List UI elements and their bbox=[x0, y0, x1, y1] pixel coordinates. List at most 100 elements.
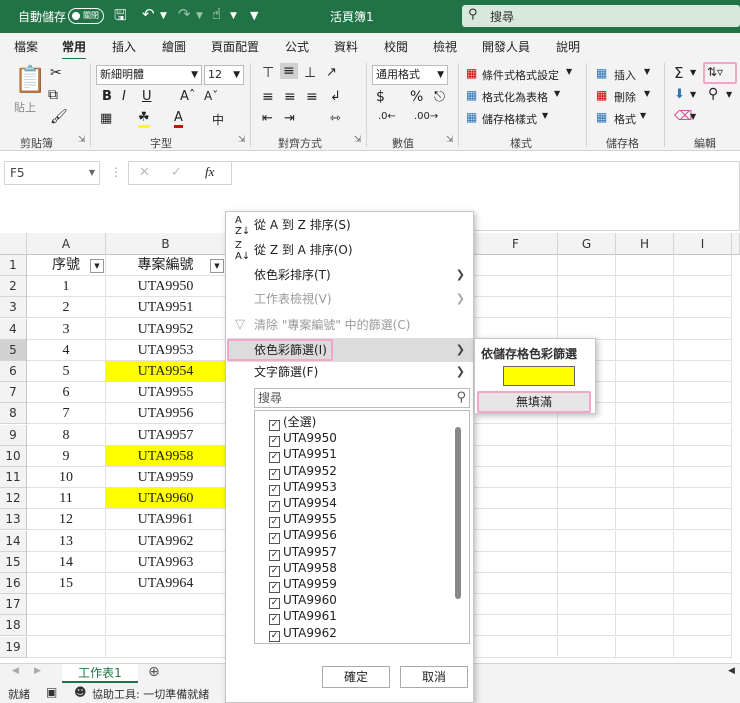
grid-cell[interactable] bbox=[674, 445, 732, 467]
filter-checkbox-item[interactable]: ✓ UTA9954 bbox=[269, 495, 337, 512]
grid-cell[interactable] bbox=[474, 615, 558, 637]
align-bottom-icon[interactable]: ⊥ bbox=[304, 65, 316, 81]
grid-cell[interactable] bbox=[558, 297, 616, 319]
filter-checkbox-item[interactable]: ✓ UTA9953 bbox=[269, 479, 337, 496]
grid-cell[interactable] bbox=[558, 467, 616, 488]
copy-icon[interactable]: ⧉ bbox=[48, 87, 58, 103]
ok-button[interactable]: 確定 bbox=[322, 666, 390, 688]
header-cell-project-no[interactable]: 專案編號 bbox=[106, 255, 226, 276]
grid-cell[interactable] bbox=[106, 615, 226, 637]
grid-cell[interactable] bbox=[27, 615, 106, 637]
grid-cell[interactable] bbox=[616, 361, 674, 382]
font-size-combo[interactable]: 12 ▼ bbox=[204, 65, 244, 85]
row-header[interactable]: 18 bbox=[0, 615, 27, 637]
cancel-button[interactable]: 取消 bbox=[400, 666, 468, 688]
grid-cell[interactable] bbox=[474, 318, 558, 340]
row-header[interactable]: 12 bbox=[0, 488, 27, 510]
table-cell[interactable]: UTA9963 bbox=[106, 551, 226, 573]
tab-review[interactable]: 校閱 bbox=[384, 38, 408, 55]
italic-icon[interactable]: I bbox=[122, 89, 126, 104]
wrap-text-icon[interactable]: ↲ bbox=[330, 89, 341, 104]
table-cell[interactable]: 6 bbox=[27, 382, 106, 404]
comma-icon[interactable]: ⎋ bbox=[434, 89, 445, 105]
grid-cell[interactable] bbox=[616, 467, 674, 488]
filter-checkbox-item[interactable]: ✓ UTA9955 bbox=[269, 511, 337, 529]
enter-icon[interactable]: ✓ bbox=[171, 165, 182, 180]
underline-icon[interactable]: U bbox=[142, 89, 152, 104]
grid-cell[interactable] bbox=[474, 276, 558, 298]
undo-icon[interactable]: ↶ bbox=[142, 5, 155, 23]
yellow-swatch[interactable] bbox=[503, 366, 575, 386]
customize-qat-icon[interactable]: ▼ bbox=[250, 9, 258, 22]
grid-cell[interactable] bbox=[674, 339, 732, 361]
grid-cell[interactable] bbox=[27, 636, 106, 658]
grid-cell[interactable] bbox=[674, 530, 732, 552]
tab-data[interactable]: 資料 bbox=[334, 38, 358, 55]
select-all-corner[interactable] bbox=[0, 233, 27, 255]
table-cell[interactable]: UTA9950 bbox=[106, 276, 226, 298]
cut-icon[interactable]: ✂ bbox=[50, 65, 62, 81]
increase-decimal-icon[interactable]: .0← bbox=[378, 111, 396, 122]
table-cell[interactable]: 8 bbox=[27, 424, 106, 446]
grid-cell[interactable] bbox=[616, 594, 674, 616]
column-header-b[interactable]: B bbox=[106, 233, 226, 255]
grid-cell[interactable] bbox=[616, 573, 674, 594]
grid-cell[interactable] bbox=[558, 509, 616, 531]
grid-cell[interactable] bbox=[474, 424, 558, 446]
grid-cell[interactable] bbox=[616, 255, 674, 276]
grid-cell[interactable] bbox=[616, 339, 674, 361]
accessibility-status[interactable]: 協助工具: 一切準備就緒 bbox=[92, 686, 209, 702]
grid-cell[interactable] bbox=[558, 276, 616, 298]
grid-cell[interactable] bbox=[616, 445, 674, 467]
format-as-table-button[interactable]: 格式化為表格 bbox=[482, 89, 548, 105]
table-cell[interactable]: UTA9954 bbox=[106, 361, 226, 382]
grid-cell[interactable] bbox=[558, 594, 616, 616]
align-center-icon[interactable]: ≡ bbox=[284, 89, 296, 105]
table-cell[interactable]: UTA9957 bbox=[106, 424, 226, 446]
increase-indent-icon[interactable]: ⇥ bbox=[284, 111, 295, 126]
decrease-indent-icon[interactable]: ⇤ bbox=[262, 111, 273, 126]
number-launcher-icon[interactable]: ⇲ bbox=[446, 135, 454, 145]
grid-cell[interactable] bbox=[674, 424, 732, 446]
fill-color-icon[interactable]: ☘ bbox=[138, 110, 150, 128]
grid-cell[interactable] bbox=[616, 403, 674, 425]
tab-view[interactable]: 檢視 bbox=[433, 38, 457, 55]
undo-dropdown-icon[interactable]: ▼ bbox=[160, 11, 167, 21]
grid-cell[interactable] bbox=[474, 551, 558, 573]
grid-cell[interactable] bbox=[474, 445, 558, 467]
filter-checkbox-item[interactable]: ✓ (全選) bbox=[269, 414, 316, 431]
row-header[interactable]: 1 bbox=[0, 255, 27, 276]
table-cell[interactable]: UTA9959 bbox=[106, 467, 226, 488]
currency-icon[interactable]: $ bbox=[376, 89, 385, 105]
grid-cell[interactable] bbox=[674, 636, 732, 658]
table-cell[interactable]: UTA9955 bbox=[106, 382, 226, 404]
grid-cell[interactable] bbox=[474, 636, 558, 658]
table-cell[interactable]: 13 bbox=[27, 530, 106, 552]
grid-cell[interactable] bbox=[558, 530, 616, 552]
filter-checkbox-item[interactable]: ✓ UTA9951 bbox=[269, 446, 337, 464]
row-header[interactable]: 11 bbox=[0, 467, 27, 488]
table-cell[interactable]: 7 bbox=[27, 403, 106, 425]
cancel-icon[interactable]: ✕ bbox=[139, 165, 150, 180]
filter-by-color-item[interactable]: 依色彩篩選(I) ❯ bbox=[227, 338, 473, 362]
grow-font-icon[interactable]: Aˆ bbox=[180, 89, 195, 104]
touch-mode-icon[interactable]: ☝ bbox=[212, 5, 221, 23]
row-header[interactable]: 8 bbox=[0, 403, 27, 425]
filter-checkbox-item[interactable]: ✓ UTA9957 bbox=[269, 544, 337, 561]
add-sheet-icon[interactable]: ⊕ bbox=[148, 664, 160, 680]
filter-checkbox-item[interactable]: ✓ UTA9959 bbox=[269, 576, 337, 593]
orientation-icon[interactable]: ↗ bbox=[326, 65, 337, 80]
grid-cell[interactable] bbox=[674, 573, 732, 594]
accessibility-icon[interactable]: ☻ bbox=[74, 685, 87, 699]
table-cell[interactable]: UTA9958 bbox=[106, 445, 226, 467]
grid-cell[interactable] bbox=[674, 488, 732, 510]
row-header[interactable]: 3 bbox=[0, 297, 27, 319]
grid-cell[interactable] bbox=[474, 594, 558, 616]
row-header[interactable]: 15 bbox=[0, 551, 27, 573]
filter-button-b[interactable]: ▼ bbox=[210, 259, 224, 273]
row-header[interactable]: 9 bbox=[0, 424, 27, 446]
grid-cell[interactable] bbox=[558, 551, 616, 573]
autosum-icon[interactable]: Σ bbox=[674, 64, 683, 82]
scroll-left-icon[interactable]: ◀ bbox=[12, 666, 19, 676]
percent-icon[interactable]: % bbox=[410, 89, 423, 105]
